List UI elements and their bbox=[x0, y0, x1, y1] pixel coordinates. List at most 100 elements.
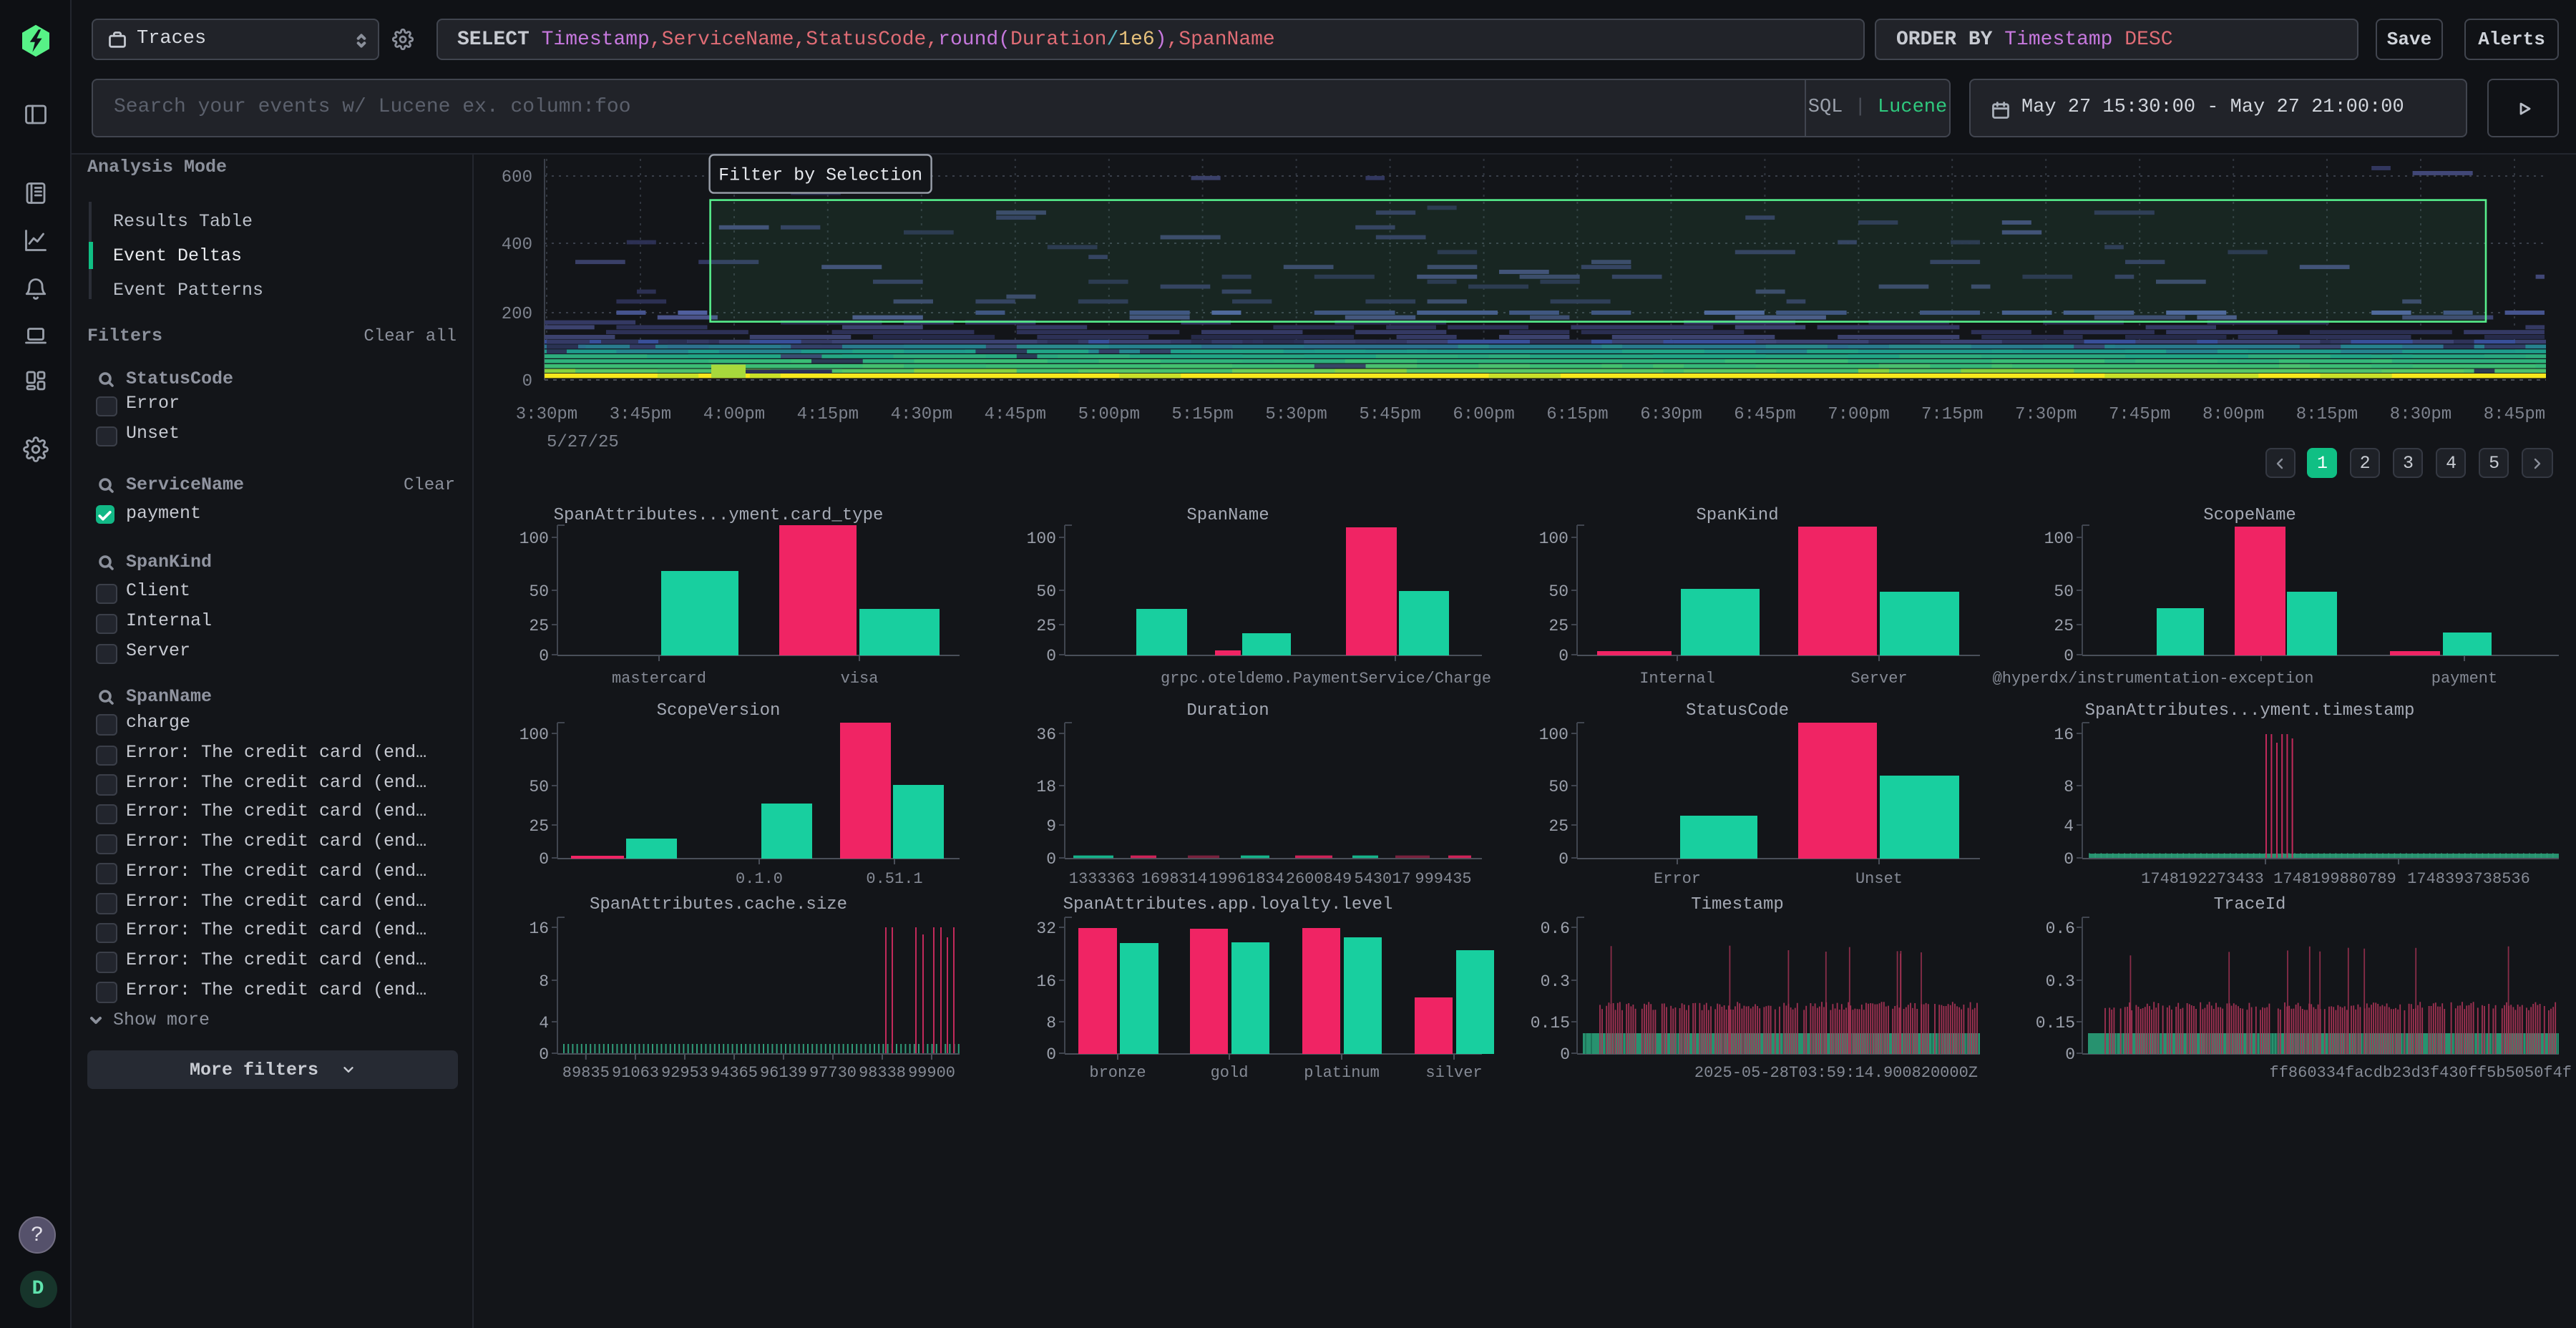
svg-text:bronze: bronze bbox=[1089, 1064, 1146, 1082]
svg-text:0.3: 0.3 bbox=[1541, 972, 1570, 991]
svg-text:SpanName: SpanName bbox=[1186, 506, 1269, 525]
svg-text:100: 100 bbox=[519, 529, 549, 548]
svg-text:6:15pm: 6:15pm bbox=[1546, 405, 1608, 424]
svg-text:ff860334facdb23d3f430ff5b5050f: ff860334facdb23d3f430ff5b5050f4f bbox=[2270, 1064, 2572, 1082]
svg-text:Duration: Duration bbox=[1186, 701, 1269, 721]
svg-text:94365: 94365 bbox=[711, 1064, 758, 1082]
svg-text:543017: 543017 bbox=[1354, 870, 1410, 888]
svg-text:payment: payment bbox=[2431, 670, 2497, 688]
svg-text:0: 0 bbox=[1046, 850, 1056, 869]
svg-text:3:30pm: 3:30pm bbox=[516, 405, 577, 424]
svg-text:0: 0 bbox=[2064, 850, 2074, 869]
svg-text:mastercard: mastercard bbox=[612, 670, 706, 688]
svg-text:1748393738536: 1748393738536 bbox=[2407, 870, 2530, 888]
svg-text:4:45pm: 4:45pm bbox=[985, 405, 1046, 424]
svg-text:400: 400 bbox=[502, 235, 532, 255]
svg-text:100: 100 bbox=[2044, 529, 2074, 548]
svg-text:9: 9 bbox=[1046, 817, 1056, 836]
svg-text:200: 200 bbox=[502, 305, 532, 324]
svg-text:SpanAttributes...yment.timesta: SpanAttributes...yment.timestamp bbox=[2085, 701, 2415, 721]
svg-text:3:45pm: 3:45pm bbox=[610, 405, 671, 424]
svg-text:2600849: 2600849 bbox=[1286, 870, 1352, 888]
svg-text:0: 0 bbox=[1046, 1045, 1056, 1064]
svg-text:1698314: 1698314 bbox=[1141, 870, 1207, 888]
svg-text:600: 600 bbox=[502, 168, 532, 187]
svg-text:7:45pm: 7:45pm bbox=[2109, 405, 2170, 424]
svg-text:8: 8 bbox=[539, 972, 549, 991]
svg-text:19961834: 19961834 bbox=[1209, 870, 1284, 888]
svg-text:6:30pm: 6:30pm bbox=[1640, 405, 1702, 424]
svg-text:5:45pm: 5:45pm bbox=[1359, 405, 1420, 424]
svg-text:5:00pm: 5:00pm bbox=[1078, 405, 1140, 424]
svg-text:25: 25 bbox=[529, 617, 549, 635]
svg-text:0: 0 bbox=[2064, 647, 2074, 665]
svg-text:visa: visa bbox=[841, 670, 879, 688]
svg-text:0: 0 bbox=[2065, 1045, 2075, 1064]
svg-text:92953: 92953 bbox=[661, 1064, 708, 1082]
svg-text:25: 25 bbox=[2054, 617, 2074, 635]
svg-text:100: 100 bbox=[519, 726, 549, 744]
svg-text:32: 32 bbox=[1036, 919, 1056, 938]
svg-text:16: 16 bbox=[2054, 726, 2074, 744]
svg-text:platinum: platinum bbox=[1304, 1064, 1380, 1082]
svg-text:50: 50 bbox=[1548, 778, 1568, 796]
svg-text:1748199880789: 1748199880789 bbox=[2273, 870, 2396, 888]
svg-text:6:00pm: 6:00pm bbox=[1453, 405, 1514, 424]
svg-text:silver: silver bbox=[1425, 1064, 1482, 1082]
svg-text:50: 50 bbox=[1548, 582, 1568, 601]
svg-text:36: 36 bbox=[1036, 726, 1056, 744]
svg-text:1333363: 1333363 bbox=[1069, 870, 1135, 888]
svg-text:50: 50 bbox=[2054, 582, 2074, 601]
svg-text:999435: 999435 bbox=[1415, 870, 1471, 888]
svg-text:@hyperdx/instrumentation-excep: @hyperdx/instrumentation-exception bbox=[1993, 670, 2314, 688]
svg-text:8:45pm: 8:45pm bbox=[2484, 405, 2545, 424]
svg-text:50: 50 bbox=[529, 582, 549, 601]
svg-text:Filter by Selection: Filter by Selection bbox=[718, 165, 922, 186]
svg-text:5:15pm: 5:15pm bbox=[1171, 405, 1233, 424]
svg-text:0.3: 0.3 bbox=[2046, 972, 2075, 991]
svg-text:98338: 98338 bbox=[859, 1064, 906, 1082]
svg-text:8:00pm: 8:00pm bbox=[2202, 405, 2264, 424]
svg-text:0: 0 bbox=[1558, 850, 1568, 869]
svg-text:ScopeVersion: ScopeVersion bbox=[657, 701, 781, 721]
svg-text:50: 50 bbox=[529, 778, 549, 796]
svg-text:25: 25 bbox=[1036, 617, 1056, 635]
svg-text:0.15: 0.15 bbox=[1531, 1014, 1570, 1032]
svg-text:6:45pm: 6:45pm bbox=[1734, 405, 1795, 424]
svg-text:7:00pm: 7:00pm bbox=[1828, 405, 1889, 424]
svg-text:SpanAttributes.cache.size: SpanAttributes.cache.size bbox=[590, 895, 847, 914]
svg-text:0: 0 bbox=[539, 647, 549, 665]
svg-text:SpanAttributes.app.loyalty.lev: SpanAttributes.app.loyalty.level bbox=[1063, 895, 1393, 914]
svg-text:SpanAttributes...yment.card_ty: SpanAttributes...yment.card_type bbox=[554, 506, 884, 525]
svg-text:4: 4 bbox=[539, 1014, 549, 1032]
svg-text:Unset: Unset bbox=[1855, 870, 1903, 888]
svg-text:0: 0 bbox=[1558, 647, 1568, 665]
svg-text:0: 0 bbox=[539, 850, 549, 869]
svg-text:7:15pm: 7:15pm bbox=[1921, 405, 1983, 424]
svg-text:16: 16 bbox=[529, 919, 549, 938]
svg-text:ScopeName: ScopeName bbox=[2203, 506, 2296, 525]
svg-text:0.6: 0.6 bbox=[2046, 919, 2075, 938]
svg-text:0.51.1: 0.51.1 bbox=[866, 870, 922, 888]
svg-text:Error: Error bbox=[1654, 870, 1701, 888]
svg-text:Timestamp: Timestamp bbox=[1691, 895, 1784, 914]
svg-text:99900: 99900 bbox=[908, 1064, 955, 1082]
svg-text:0: 0 bbox=[1560, 1045, 1570, 1064]
svg-text:8: 8 bbox=[1046, 1014, 1056, 1032]
svg-text:18: 18 bbox=[1036, 778, 1056, 796]
svg-text:0: 0 bbox=[522, 372, 532, 391]
svg-text:0.1.0: 0.1.0 bbox=[736, 870, 783, 888]
svg-text:4:30pm: 4:30pm bbox=[891, 405, 952, 424]
svg-text:gold: gold bbox=[1211, 1064, 1249, 1082]
svg-text:100: 100 bbox=[1027, 529, 1056, 548]
svg-text:SpanKind: SpanKind bbox=[1696, 506, 1778, 525]
svg-text:Internal: Internal bbox=[1639, 670, 1715, 688]
svg-text:97730: 97730 bbox=[809, 1064, 857, 1082]
svg-text:0.6: 0.6 bbox=[1541, 919, 1570, 938]
svg-text:0.15: 0.15 bbox=[2036, 1014, 2075, 1032]
svg-text:5/27/25: 5/27/25 bbox=[547, 433, 619, 452]
svg-text:7:30pm: 7:30pm bbox=[2015, 405, 2077, 424]
svg-text:89835: 89835 bbox=[562, 1064, 610, 1082]
svg-text:100: 100 bbox=[1539, 726, 1568, 744]
svg-text:4: 4 bbox=[2064, 817, 2074, 836]
